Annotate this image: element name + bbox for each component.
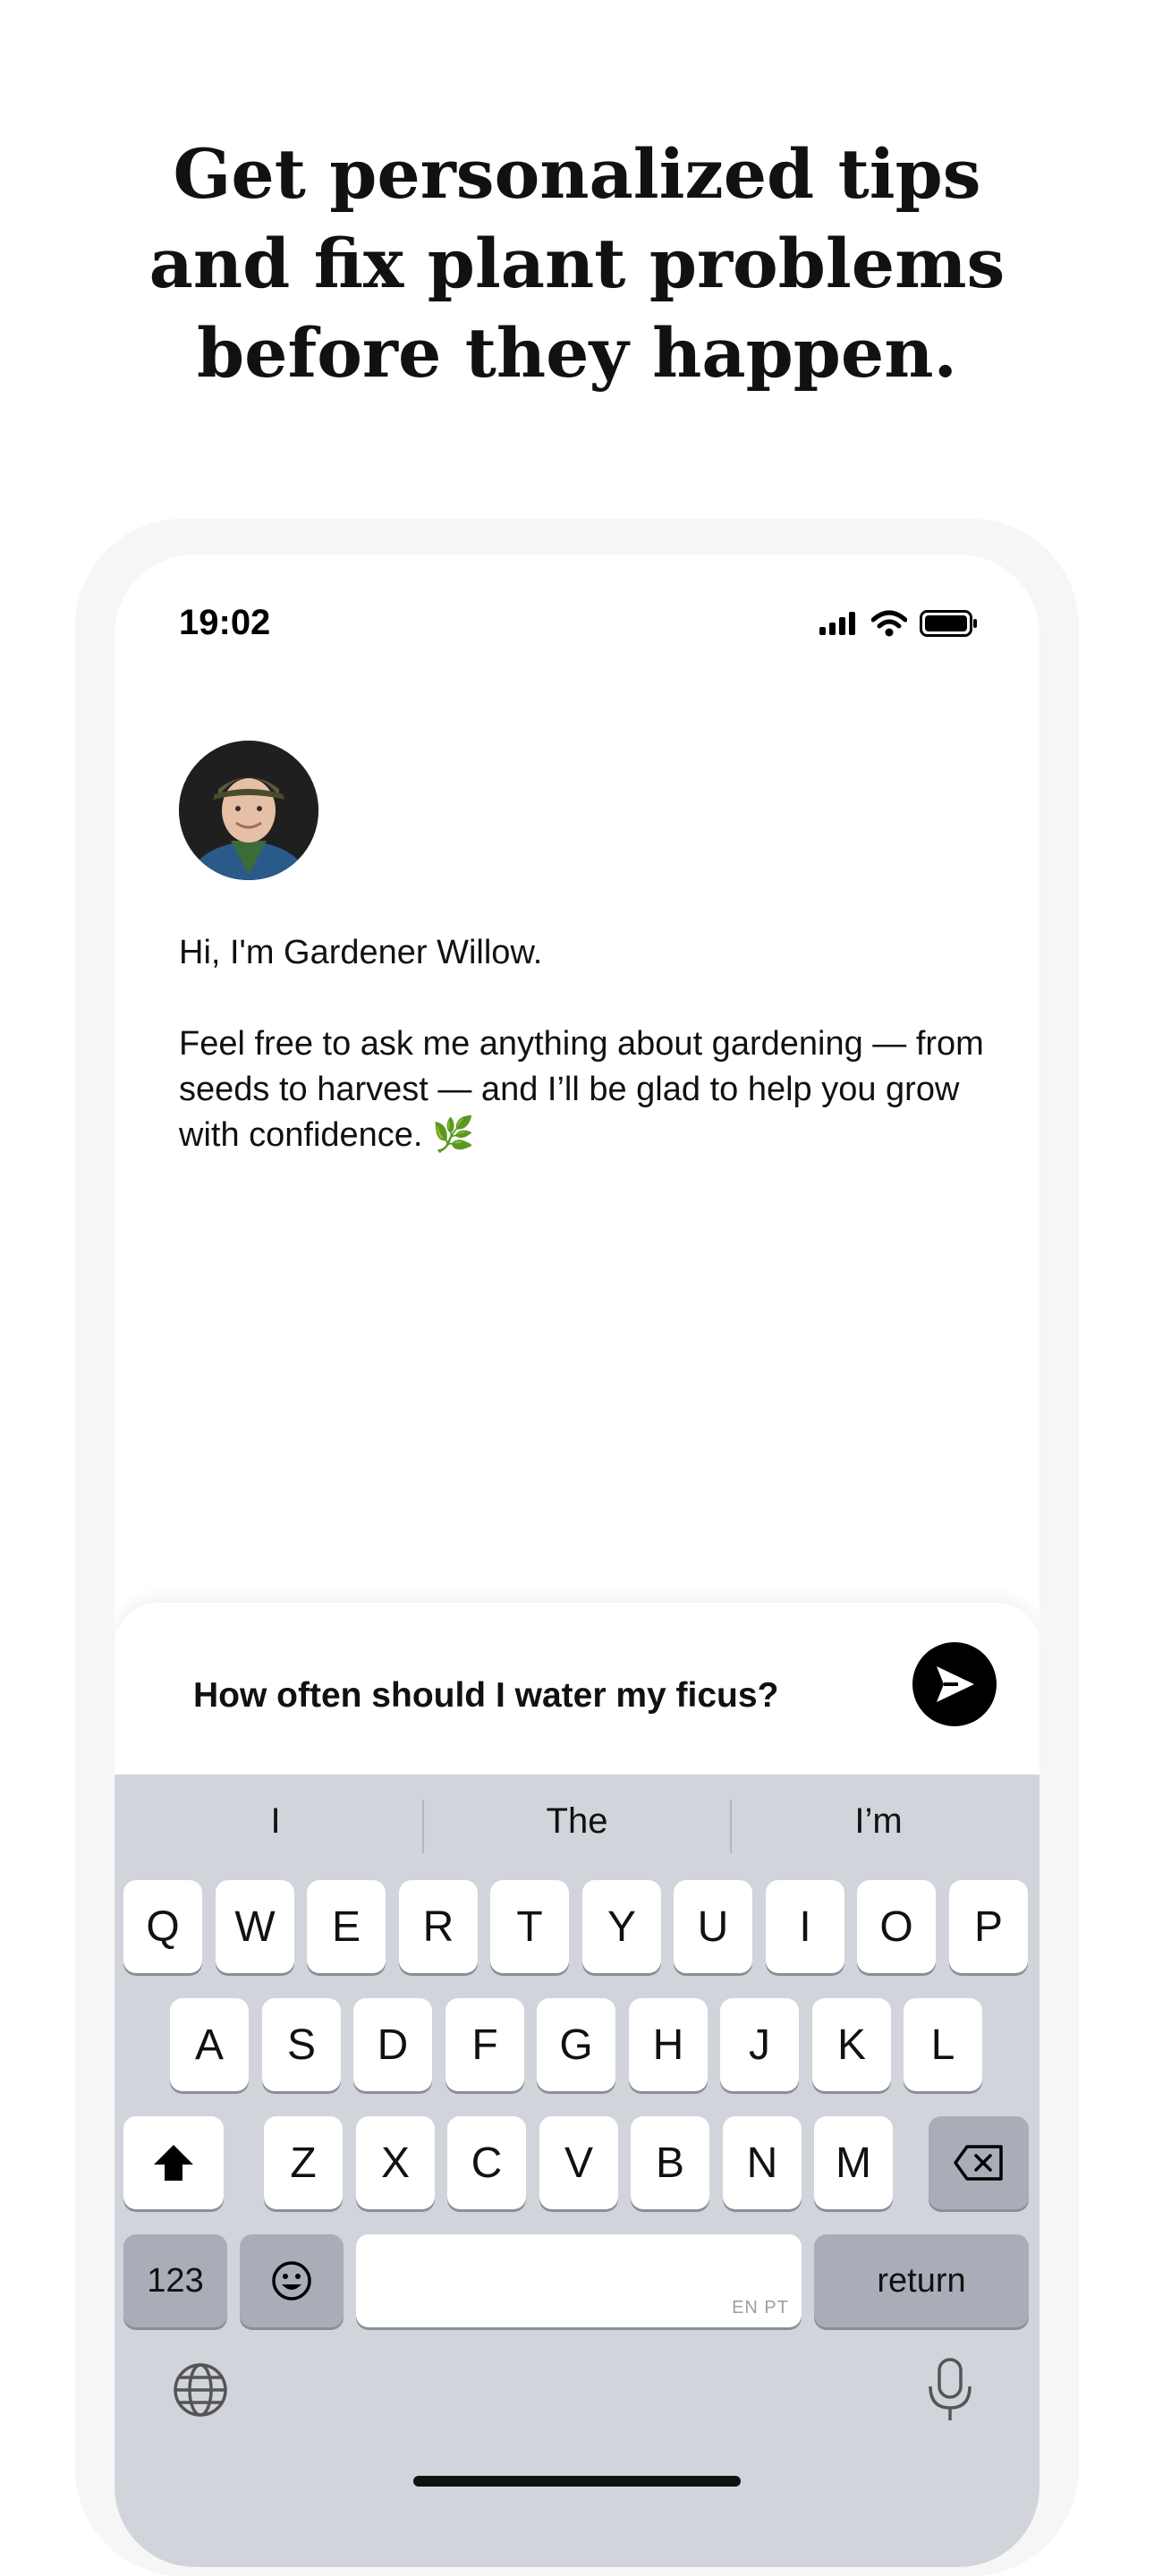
avatar-portrait-icon [179, 741, 318, 880]
delete-icon [954, 2145, 1003, 2181]
home-indicator [413, 2476, 741, 2487]
key-b[interactable]: B [631, 2116, 709, 2209]
space-key[interactable]: EN PT [356, 2234, 802, 2327]
send-button[interactable] [912, 1642, 997, 1726]
key-k[interactable]: K [812, 1998, 891, 2091]
key-x[interactable]: X [356, 2116, 435, 2209]
dictation-key[interactable] [923, 2356, 977, 2424]
assistant-message: Hi, I'm Gardener Willow. Feel free to as… [179, 930, 984, 1158]
key-m[interactable]: M [814, 2116, 893, 2209]
key-c[interactable]: C [447, 2116, 526, 2209]
space-language-hint: EN PT [732, 2298, 789, 2318]
key-o[interactable]: O [857, 1880, 936, 1973]
numbers-key[interactable]: 123 [123, 2234, 227, 2327]
composer: How often should I water my ficus? [115, 1603, 1039, 1782]
key-f[interactable]: F [445, 1998, 524, 2091]
assistant-message-body: Feel free to ask me anything about garde… [179, 1025, 984, 1154]
suggestion-3[interactable]: I’m [744, 1801, 1013, 1842]
key-v[interactable]: V [539, 2116, 618, 2209]
emoji-key[interactable] [240, 2234, 344, 2327]
delete-key[interactable] [929, 2116, 1029, 2209]
headline: Get personalized tips and fix plant prob… [148, 134, 1006, 393]
key-n[interactable]: N [723, 2116, 802, 2209]
key-s[interactable]: S [262, 1998, 341, 2091]
emoji-icon [272, 2261, 311, 2301]
message-input[interactable]: How often should I water my ficus? [193, 1676, 778, 1716]
key-i[interactable]: I [766, 1880, 844, 1973]
signal-icon [819, 612, 855, 635]
key-e[interactable]: E [307, 1880, 386, 1973]
key-q[interactable]: Q [123, 1880, 202, 1973]
battery-icon [920, 610, 977, 637]
return-key[interactable]: return [814, 2234, 1029, 2327]
key-d[interactable]: D [353, 1998, 432, 2091]
globe-icon [174, 2363, 227, 2417]
globe-key[interactable] [170, 2360, 231, 2420]
phone-screen: 19:02 Hi, I'm Gardener Willow. Feel free… [115, 555, 1039, 2567]
suggestion-divider [422, 1800, 424, 1853]
key-a[interactable]: A [170, 1998, 249, 2091]
key-u[interactable]: U [674, 1880, 752, 1973]
shift-key[interactable] [123, 2116, 224, 2209]
shift-icon [154, 2145, 193, 2181]
gardener-avatar [179, 741, 318, 880]
status-time: 19:02 [179, 603, 271, 642]
suggestion-divider [730, 1800, 732, 1853]
key-h[interactable]: H [629, 1998, 708, 2091]
send-icon [937, 1666, 974, 1702]
assistant-greeting: Hi, I'm Gardener Willow. [179, 934, 543, 971]
key-g[interactable]: G [537, 1998, 615, 2091]
key-y[interactable]: Y [582, 1880, 661, 1973]
wifi-icon [871, 610, 907, 637]
key-j[interactable]: J [720, 1998, 799, 2091]
suggestion-2[interactable]: The [443, 1801, 711, 1842]
suggestion-1[interactable]: I [141, 1801, 410, 1842]
keyboard: I The I’m Q W E R T Y U I O P A S D F G … [115, 1775, 1039, 2567]
status-icons [819, 608, 979, 639]
key-t[interactable]: T [490, 1880, 569, 1973]
key-p[interactable]: P [949, 1880, 1028, 1973]
key-z[interactable]: Z [264, 2116, 343, 2209]
key-w[interactable]: W [216, 1880, 294, 1973]
suggestion-bar: I The I’m [115, 1775, 1039, 1875]
key-r[interactable]: R [399, 1880, 478, 1973]
microphone-icon [929, 2358, 972, 2420]
key-l[interactable]: L [904, 1998, 982, 2091]
